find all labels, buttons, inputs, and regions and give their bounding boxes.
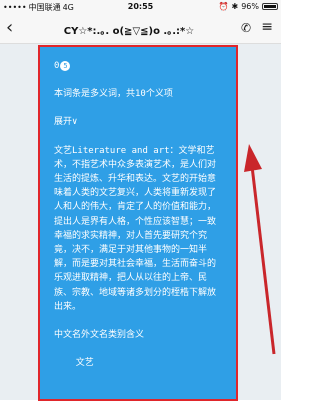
chat-header: ‹ CY☆*:.｡. o(≧▽≦)o .｡.:*☆ ✆ ≡	[0, 14, 281, 44]
more-button[interactable]: ≡	[261, 19, 273, 35]
alarm-icon: ⏰	[218, 2, 229, 11]
chat-area[interactable]: 05 本词条是多义词，共10个义项 展开∨ 文艺Literature and a…	[0, 44, 281, 401]
phone-icon: ✆	[240, 21, 251, 35]
call-button[interactable]: ✆	[241, 21, 251, 35]
battery-icon	[262, 3, 278, 10]
bluetooth-icon: ✱	[231, 2, 239, 11]
annotation-arrow	[244, 144, 276, 355]
battery-text: 96%	[241, 2, 259, 11]
arrow-head	[244, 144, 262, 172]
chat-title: CY☆*:.｡. o(≧▽≦)o .｡.:*☆	[63, 26, 195, 37]
battery-fill	[264, 5, 276, 8]
chevron-left-icon: ‹	[6, 17, 14, 38]
more-icon: ≡	[261, 19, 273, 35]
status-right: ⏰ ✱ 96%	[219, 2, 278, 11]
arrow-shaft	[250, 165, 276, 355]
status-bar: ••••• 中国联通 4G 20:55 ⏰ ✱ 96%	[0, 0, 281, 14]
back-button[interactable]: ‹	[6, 18, 13, 38]
